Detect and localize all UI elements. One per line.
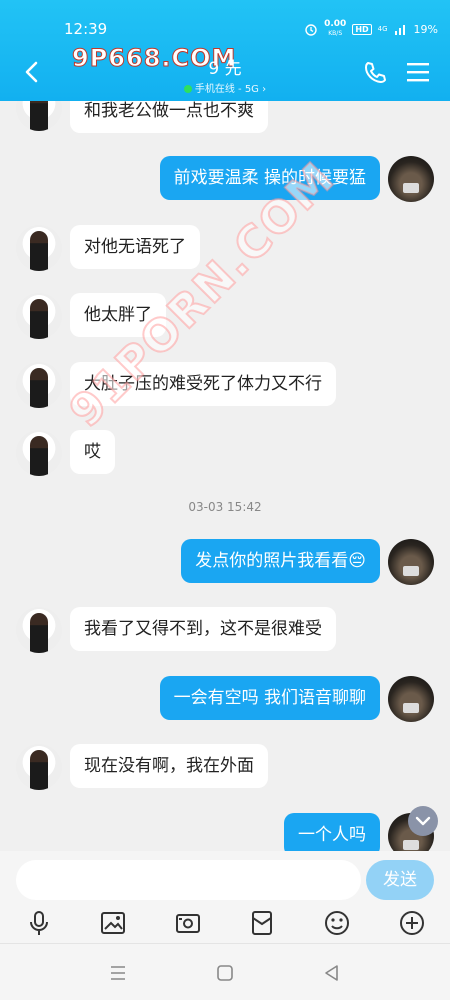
incoming-message[interactable]: 他太胖了 bbox=[70, 293, 166, 337]
contact-avatar[interactable] bbox=[16, 362, 62, 408]
incoming-message[interactable]: 现在没有啊，我在外面 bbox=[70, 744, 268, 788]
chevron-down-icon bbox=[415, 816, 431, 826]
message-input[interactable] bbox=[16, 860, 361, 900]
contact-avatar[interactable] bbox=[16, 225, 62, 271]
battery-level: 19% bbox=[413, 22, 438, 36]
alarm-icon bbox=[305, 24, 317, 36]
incoming-message[interactable]: 哎 bbox=[70, 430, 115, 474]
red-packet-icon[interactable] bbox=[248, 909, 276, 937]
camera-icon[interactable] bbox=[174, 909, 202, 937]
back-triangle-icon[interactable] bbox=[321, 962, 343, 984]
system-nav-bar bbox=[0, 943, 450, 1000]
status-icons: 0.00 KB/S HD 4G 19% bbox=[304, 20, 438, 38]
contact-avatar[interactable] bbox=[16, 607, 62, 653]
image-icon[interactable] bbox=[99, 909, 127, 937]
send-button[interactable]: 发送 bbox=[366, 860, 434, 900]
hd-badge: HD bbox=[352, 23, 372, 35]
phone-icon[interactable] bbox=[362, 60, 388, 86]
my-avatar[interactable] bbox=[388, 156, 434, 202]
scroll-to-bottom-button[interactable] bbox=[408, 806, 438, 836]
recent-apps-icon[interactable] bbox=[107, 962, 129, 984]
contact-avatar[interactable] bbox=[16, 430, 62, 476]
network-speed: 0.00 KB/S bbox=[324, 19, 347, 38]
contact-avatar[interactable] bbox=[16, 744, 62, 790]
home-icon[interactable] bbox=[214, 962, 236, 984]
outgoing-message[interactable]: 一会有空吗 我们语音聊聊 bbox=[159, 676, 380, 720]
my-avatar[interactable] bbox=[388, 539, 434, 585]
plus-icon[interactable] bbox=[398, 909, 426, 937]
status-bar: 12:39 0.00 KB/S HD 4G 19% bbox=[0, 0, 450, 44]
incoming-message[interactable]: 和我老公做一点也不爽 bbox=[70, 101, 268, 133]
contact-avatar[interactable] bbox=[16, 293, 62, 339]
incoming-message[interactable]: 我看了又得不到，这不是很难受 bbox=[70, 607, 336, 651]
online-dot-icon bbox=[183, 85, 192, 93]
outgoing-message[interactable]: 一个人吗 bbox=[284, 813, 380, 851]
incoming-message[interactable]: 对他无语死了 bbox=[70, 225, 200, 269]
mic-icon[interactable] bbox=[25, 909, 53, 937]
outgoing-message[interactable]: 发点你的照片我看看😔 bbox=[181, 539, 380, 583]
status-time: 12:39 bbox=[64, 20, 108, 38]
message-timestamp: 03-03 15:42 bbox=[188, 500, 262, 514]
title-bar: 9P668.COM 9 先 手机在线 - 5G › bbox=[0, 44, 450, 96]
incoming-message[interactable]: 大肚子压的难受死了体力又不行 bbox=[70, 362, 336, 406]
my-avatar[interactable] bbox=[388, 676, 434, 722]
menu-icon[interactable] bbox=[406, 61, 430, 83]
outgoing-message[interactable]: 前戏要温柔 操的时候要猛 bbox=[159, 156, 380, 200]
input-bar: 发送 bbox=[0, 851, 450, 909]
signal-label: 4G bbox=[377, 25, 388, 33]
message-list[interactable]: 和我老公做一点也不爽 前戏要温柔 操的时候要猛 对他无语死了 他太胖了 大肚子压… bbox=[0, 101, 450, 851]
emoji-icon[interactable] bbox=[323, 909, 351, 937]
contact-avatar[interactable] bbox=[16, 101, 62, 131]
chat-header: 12:39 0.00 KB/S HD 4G 19% 9P668.COM 9 先 手… bbox=[0, 0, 450, 101]
input-toolbar bbox=[0, 909, 450, 943]
signal-icon bbox=[394, 25, 405, 35]
